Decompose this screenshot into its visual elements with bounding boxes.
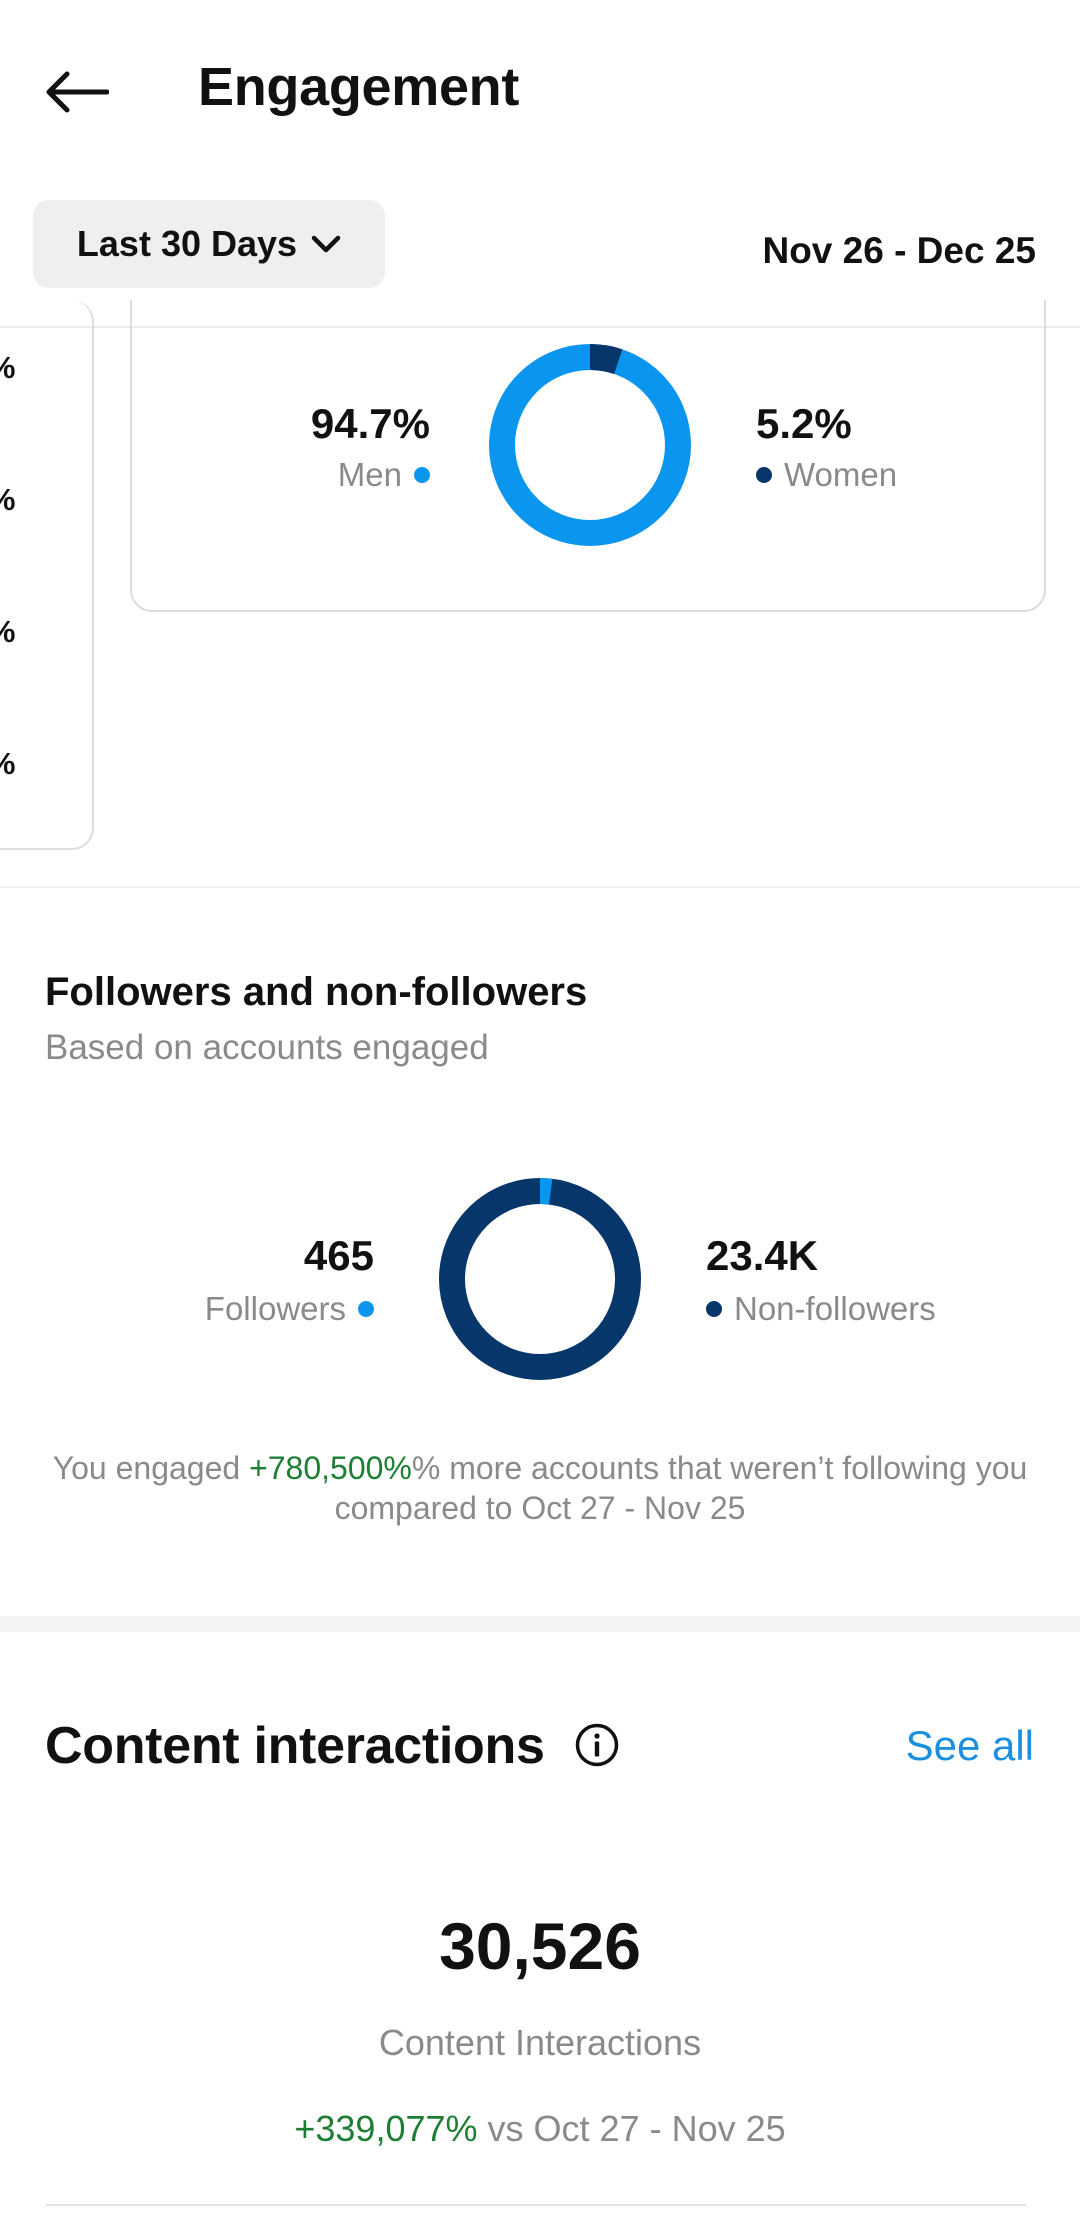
men-label: Men <box>337 456 402 493</box>
date-range-dropdown[interactable]: Last 30 Days <box>33 200 385 288</box>
note-change: +780,500% <box>249 1450 412 1486</box>
followers-section-subtitle: Based on accounts engaged <box>45 1028 489 1067</box>
page-title: Engagement <box>198 57 520 117</box>
note-prefix: You engaged <box>52 1450 250 1486</box>
content-interactions-total: 30,526 <box>439 1909 641 1983</box>
followers-label: Followers <box>204 1290 346 1327</box>
content-interactions-label: Content Interactions <box>378 2022 702 2063</box>
chevron-down-icon <box>311 235 341 253</box>
men-legend: Men <box>338 456 430 494</box>
previous-card-value: .1% <box>0 482 15 518</box>
women-label: Women <box>784 456 898 493</box>
see-all-link[interactable]: See all <box>906 1722 1034 1770</box>
followers-count: 465 <box>303 1232 374 1279</box>
women-dot <box>756 467 772 483</box>
nonfollowers-legend: Non-followers <box>706 1290 936 1328</box>
previous-card[interactable]: .7% .1% .9% .8% <box>0 300 94 850</box>
nonfollowers-dot <box>706 1301 722 1317</box>
engagement-screen: Engagement Last 30 Days Nov 26 - Dec 25 … <box>0 0 1080 2230</box>
women-percentage: 5.2% <box>756 400 852 447</box>
men-dot <box>414 467 430 483</box>
gender-ring-track <box>489 344 691 546</box>
followers-section-title: Followers and non-followers <box>45 970 588 1014</box>
status-bar-fragment <box>740 0 940 8</box>
previous-card-value: .8% <box>0 746 15 782</box>
nonfollowers-ring-track <box>439 1178 641 1380</box>
date-range-text: Nov 26 - Dec 25 <box>762 230 1036 271</box>
change-period: vs Oct 27 - Nov 25 <box>477 2108 786 2149</box>
content-interactions-title: Content interactions <box>45 1717 545 1775</box>
previous-card-value: .9% <box>0 614 15 650</box>
men-percentage: 94.7% <box>310 400 430 447</box>
change-percentage: +339,077% <box>294 2108 478 2149</box>
women-legend: Women <box>756 456 897 494</box>
note-suffix: % more accounts that weren’t following y… <box>334 1450 1028 1526</box>
arrow-left-icon <box>46 71 109 113</box>
date-range-dropdown-label: Last 30 Days <box>76 223 298 264</box>
nonfollowers-count: 23.4K <box>706 1232 819 1279</box>
followers-comparison-note: You engaged +780,500%% more accounts tha… <box>40 1448 1040 1528</box>
gender-donut-chart <box>489 344 691 546</box>
section-divider <box>0 1616 1080 1632</box>
nonfollowers-label: Non-followers <box>734 1290 936 1327</box>
content-interactions-change: +339,077% vs Oct 27 - Nov 25 <box>0 2108 1080 2150</box>
gender-card[interactable]: 94.7% Men 5.2% Women <box>130 300 1046 612</box>
back-button[interactable] <box>36 52 116 132</box>
info-icon[interactable] <box>574 1722 620 1768</box>
followers-donut-chart <box>439 1178 641 1380</box>
bottom-divider <box>46 2204 1026 2206</box>
previous-card-value: .7% <box>0 350 15 386</box>
followers-dot <box>358 1301 374 1317</box>
section-divider <box>0 886 1080 888</box>
followers-legend: Followers <box>205 1290 374 1328</box>
